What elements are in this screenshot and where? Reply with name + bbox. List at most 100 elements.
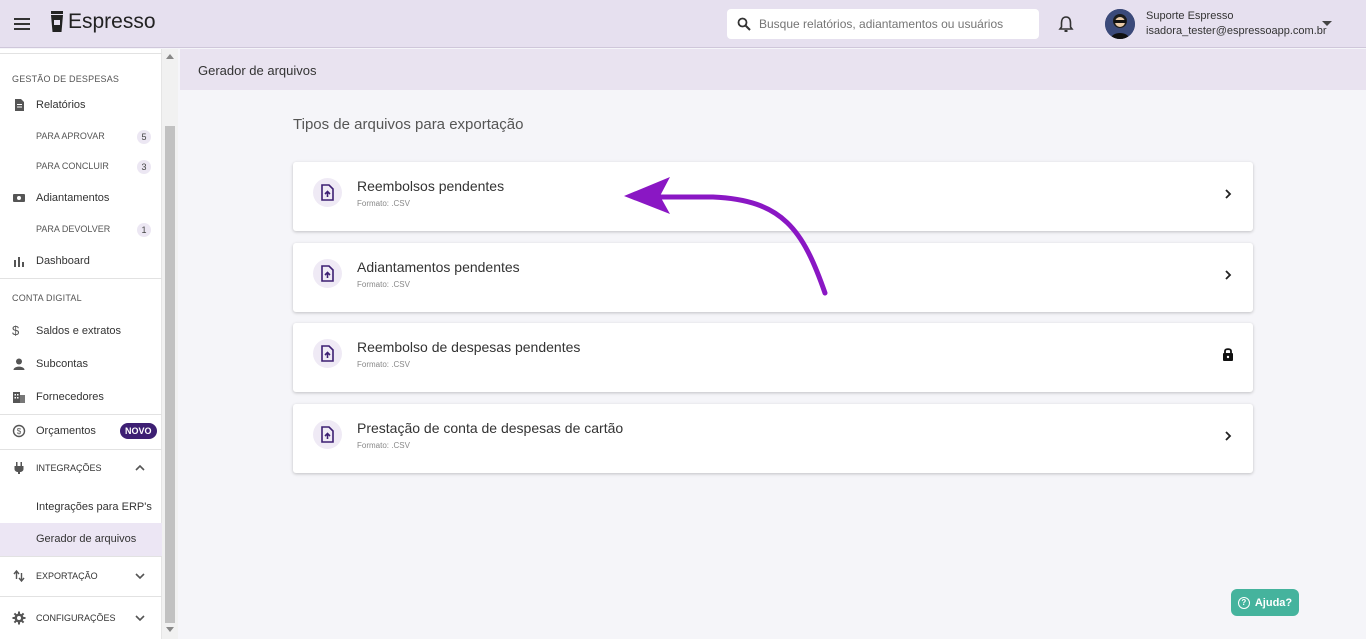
sidebar-item-configuracoes[interactable]: CONFIGURAÇÕES — [0, 603, 162, 633]
sidebar-item-para-devolver[interactable]: PARA DEVOLVER 1 — [0, 217, 162, 243]
page-title: Gerador de arquivos — [198, 63, 317, 78]
user-menu[interactable]: Suporte Espresso isadora_tester@espresso… — [1105, 9, 1327, 39]
menu-icon[interactable] — [14, 15, 34, 33]
page-header: Gerador de arquivos — [180, 49, 1366, 90]
count-badge: 5 — [137, 130, 151, 144]
help-button[interactable]: ? Ajuda? — [1231, 589, 1299, 616]
sidebar-item-label: Relatórios — [36, 99, 86, 111]
sidebar-item-label: Orçamentos — [36, 425, 96, 437]
divider — [0, 449, 162, 450]
card-title: Prestação de conta de despesas de cartão — [357, 420, 624, 436]
sidebar-item-label: Subcontas — [36, 358, 88, 370]
dollar-icon: $ — [12, 323, 20, 338]
sidebar-item-label: Gerador de arquivos — [36, 533, 137, 545]
sidebar-item-label: PARA CONCLUIR — [36, 161, 109, 171]
help-icon: ? — [1237, 596, 1250, 609]
file-upload-icon — [313, 178, 342, 207]
search-input[interactable] — [759, 17, 1029, 31]
file-upload-icon — [313, 339, 342, 368]
chevron-right-icon[interactable] — [1223, 188, 1233, 200]
caret-down-icon[interactable] — [1322, 21, 1332, 26]
sidebar-item-gerador[interactable]: Gerador de arquivos — [0, 523, 162, 556]
sidebar-item-integracoes-erp[interactable]: Integrações para ERP's — [0, 492, 162, 524]
export-card-reembolso-despesas[interactable]: Reembolso de despesas pendentes Formato:… — [293, 323, 1253, 392]
search-icon — [737, 17, 751, 31]
card-title: Adiantamentos pendentes — [357, 259, 520, 275]
file-upload-icon — [313, 420, 342, 449]
card-title: Reembolsos pendentes — [357, 178, 505, 194]
divider — [0, 596, 162, 597]
sidebar-item-label: Adiantamentos — [36, 192, 110, 204]
lock-icon — [1223, 348, 1233, 361]
person-icon — [13, 358, 25, 370]
sidebar: GESTÃO DE DESPESAS Relatórios PARA APROV… — [0, 49, 162, 639]
card-format: Formato: .CSV — [357, 441, 410, 450]
sidebar-item-fornecedores[interactable]: Fornecedores — [0, 382, 162, 412]
sidebar-item-label: Integrações para ERP's — [36, 501, 152, 513]
sidebar-item-integracoes[interactable]: INTEGRAÇÕES — [0, 453, 162, 483]
chevron-right-icon[interactable] — [1223, 269, 1233, 281]
app-name: Espresso — [68, 10, 156, 33]
card-format: Formato: .CSV — [357, 360, 410, 369]
divider — [0, 278, 162, 279]
avatar — [1105, 9, 1135, 39]
count-badge: 1 — [137, 223, 151, 237]
top-bar: Espresso Suporte Espresso isadora_tester… — [0, 0, 1366, 48]
scroll-down-arrow[interactable] — [166, 627, 174, 632]
user-name: Suporte Espresso — [1146, 10, 1234, 22]
sidebar-item-saldos[interactable]: $ Saldos e extratos — [0, 316, 162, 346]
sidebar-item-adiantamentos[interactable]: Adiantamentos — [0, 183, 162, 213]
count-badge: 3 — [137, 160, 151, 174]
chevron-up-icon — [135, 464, 145, 471]
sidebar-item-para-concluir[interactable]: PARA CONCLUIR 3 — [0, 154, 162, 180]
file-upload-icon — [313, 259, 342, 288]
search-bar[interactable] — [727, 9, 1039, 39]
card-title: Reembolso de despesas pendentes — [357, 339, 581, 355]
scroll-thumb[interactable] — [165, 126, 175, 623]
money-icon — [13, 194, 25, 202]
user-email: isadora_tester@espressoapp.com.br — [1146, 25, 1327, 37]
gear-icon — [12, 611, 26, 625]
sidebar-item-label: Dashboard — [36, 255, 90, 267]
sidebar-item-subcontas[interactable]: Subcontas — [0, 349, 162, 379]
divider — [0, 414, 162, 415]
sidebar-scrollbar[interactable] — [162, 49, 178, 639]
sidebar-item-para-aprovar[interactable]: PARA APROVAR 5 — [0, 124, 162, 150]
sidebar-item-label: INTEGRAÇÕES — [36, 463, 102, 473]
new-badge: NOVO — [120, 423, 157, 439]
chevron-down-icon — [135, 573, 145, 580]
chevron-down-icon — [135, 615, 145, 622]
svg-text:$: $ — [17, 427, 22, 436]
sidebar-item-label: Fornecedores — [36, 391, 104, 403]
bell-icon[interactable] — [1058, 15, 1074, 33]
coffee-cup-icon — [51, 11, 63, 32]
scroll-up-arrow[interactable] — [166, 54, 174, 59]
help-label: Ajuda? — [1254, 596, 1293, 609]
swap-vertical-icon — [13, 569, 25, 583]
sidebar-item-exportacao[interactable]: EXPORTAÇÃO — [0, 561, 162, 591]
divider — [0, 53, 162, 54]
sidebar-item-relatorios[interactable]: Relatórios — [0, 90, 162, 120]
bar-chart-icon — [14, 257, 24, 267]
sidebar-item-dashboard[interactable]: Dashboard — [0, 246, 162, 276]
section-title: Tipos de arquivos para exportação — [293, 116, 524, 133]
section-title-conta: CONTA DIGITAL — [12, 293, 82, 303]
sidebar-item-label: CONFIGURAÇÕES — [36, 613, 116, 623]
export-card-prestacao-conta[interactable]: Prestação de conta de despesas de cartão… — [293, 404, 1253, 473]
sidebar-item-label: Saldos e extratos — [36, 325, 121, 337]
sidebar-item-label: EXPORTAÇÃO — [36, 571, 98, 581]
cycle-money-icon: $ — [12, 424, 26, 438]
plug-icon — [14, 462, 24, 474]
sidebar-item-label: PARA APROVAR — [36, 131, 105, 141]
section-title-gestao: GESTÃO DE DESPESAS — [12, 74, 120, 84]
card-format: Formato: .CSV — [357, 199, 410, 208]
divider — [0, 556, 162, 557]
sidebar-item-label: PARA DEVOLVER — [36, 224, 111, 234]
annotation-arrow — [624, 177, 828, 296]
app-logo[interactable]: Espresso — [50, 10, 156, 34]
card-format: Formato: .CSV — [357, 280, 410, 289]
document-icon — [15, 99, 24, 111]
chevron-right-icon[interactable] — [1223, 430, 1233, 442]
building-icon — [13, 392, 25, 403]
sidebar-item-orcamentos[interactable]: $ Orçamentos NOVO — [0, 416, 162, 446]
